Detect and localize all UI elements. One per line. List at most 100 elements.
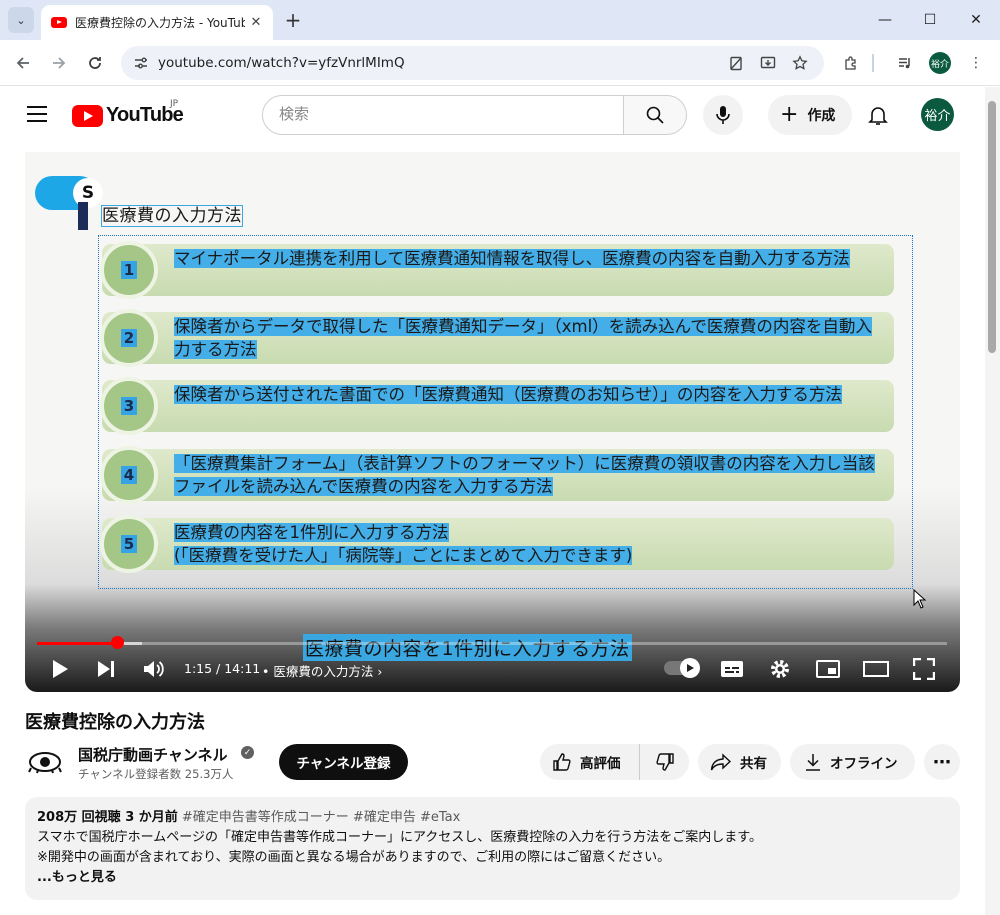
download-icon <box>806 754 820 771</box>
share-label: 共有 <box>740 756 767 772</box>
progress-played <box>37 642 117 645</box>
browser-menu-icon[interactable]: ⋮ <box>965 52 987 74</box>
share-arrow-icon <box>710 753 732 771</box>
subscriber-count: チャンネル登録者数 25.3万人 <box>78 767 234 781</box>
volume-icon[interactable] <box>141 656 165 682</box>
search-icon <box>646 106 664 124</box>
slide-title-bar <box>78 202 88 230</box>
tab-list-chevron-down-icon[interactable]: ⌄ <box>8 7 34 33</box>
video-title: 医療費控除の入力方法 <box>25 712 205 733</box>
install-app-icon[interactable] <box>758 53 778 73</box>
video-caption: 医療費の内容を1件別に入力する方法 <box>303 634 632 661</box>
item-text: 保険者からデータで取得した「医療費通知データ」（xml）を読み込んで医療費の内容… <box>174 317 872 359</box>
window-close-button[interactable]: ✕ <box>961 6 991 34</box>
region-code: JP <box>170 99 179 109</box>
progress-scrubber[interactable] <box>111 636 124 649</box>
youtube-favicon-icon <box>51 17 67 28</box>
slide-item: 2 保険者からデータで取得した「医療費通知データ」（xml）を読み込んで医療費の… <box>100 309 894 367</box>
thumbs-up-icon <box>553 753 571 771</box>
extensions-puzzle-icon[interactable] <box>840 52 862 74</box>
settings-gear-icon[interactable] <box>767 656 793 682</box>
tab-close-icon[interactable]: ✕ <box>247 13 265 31</box>
fullscreen-icon[interactable] <box>911 656 937 682</box>
address-bar[interactable]: youtube.com/watch?v=yfzVnrlMImQ <box>121 46 824 80</box>
page-scrollbar[interactable] <box>985 87 1000 915</box>
chapter-title[interactable]: • 医療費の入力方法 › <box>262 661 382 680</box>
search-input[interactable] <box>279 105 599 123</box>
share-button[interactable]: 共有 <box>698 744 781 780</box>
description-line: ※開発中の画面が含まれており、実際の画面と異なる場合がありますので、ご利用の際に… <box>37 850 671 865</box>
autoplay-toggle[interactable] <box>664 658 700 678</box>
new-tab-button[interactable]: + <box>282 8 304 32</box>
offline-label: オフライン <box>830 756 898 772</box>
miniplayer-icon[interactable] <box>815 656 841 682</box>
youtube-header: YouTube JP + 作成 裕介 <box>0 87 985 143</box>
bookmark-star-icon[interactable] <box>790 53 810 73</box>
description-box[interactable]: 208万 回視聴 3 か月前 #確定申告書等作成コーナー #確定申告 #eTax… <box>25 797 960 900</box>
browser-toolbar: youtube.com/watch?v=yfzVnrlMImQ ⋮ <box>0 40 1000 86</box>
theater-mode-icon[interactable] <box>863 656 889 682</box>
reload-icon[interactable] <box>83 51 107 75</box>
item-number: 1 <box>100 241 158 299</box>
progress-bar[interactable] <box>37 642 947 645</box>
subtitles-icon[interactable] <box>719 656 745 682</box>
thumbs-down-icon <box>655 753 674 771</box>
slide-item: 3 保険者から送付された書面での「医療費通知（医療費のお知らせ）」の内容を入力す… <box>100 377 894 435</box>
video-player[interactable]: S 医療費の入力方法 1 マイナポータル連携を利用して医療費通知情報を取得し、医… <box>25 152 960 692</box>
back-arrow-icon[interactable] <box>11 51 35 75</box>
offline-download-button[interactable]: オフライン <box>790 744 915 780</box>
window-maximize-button[interactable]: ☐ <box>915 6 945 34</box>
item-text: 保険者から送付された書面での「医療費通知（医療費のお知らせ）」の内容を入力する方… <box>174 385 842 404</box>
forward-arrow-icon[interactable] <box>47 51 71 75</box>
views-and-date: 208万 回視聴 3 か月前 <box>37 810 178 825</box>
play-icon[interactable] <box>49 656 71 682</box>
next-icon[interactable] <box>95 656 117 682</box>
like-button[interactable]: 高評価 <box>540 744 640 780</box>
item-text: 「医療費集計フォーム」（表計算ソフトのフォーマット）に医療費の領収書の内容を入力… <box>174 454 875 496</box>
site-info-icon[interactable] <box>131 53 151 73</box>
search-box <box>262 95 624 135</box>
url-text: youtube.com/watch?v=yfzVnrlMImQ <box>158 55 405 71</box>
dislike-button[interactable] <box>640 744 689 780</box>
window-minimize-button[interactable]: — <box>870 6 900 34</box>
notifications-bell-icon[interactable] <box>866 103 890 127</box>
more-actions-button[interactable]: ⋯ <box>924 744 960 780</box>
description-meta: 208万 回視聴 3 か月前 #確定申告書等作成コーナー #確定申告 #eTax <box>37 808 948 828</box>
mouse-cursor-icon <box>913 589 927 609</box>
microphone-icon <box>716 106 730 124</box>
hashtags: #確定申告書等作成コーナー #確定申告 #eTax <box>181 810 461 825</box>
like-label: 高評価 <box>580 756 621 772</box>
subscribe-button[interactable]: チャンネル登録 <box>279 744 408 780</box>
like-dislike-group: 高評価 <box>540 744 689 780</box>
item-text: マイナポータル連携を利用して医療費通知情報を取得し、医療費の内容を自動入力する方… <box>174 249 850 268</box>
item-text: 医療費の内容を1件別に入力する方法 <box>174 523 449 542</box>
item-number: 3 <box>100 377 158 435</box>
show-more-link[interactable]: ...もっと見る <box>37 868 948 888</box>
nta-logo-icon <box>28 752 62 774</box>
item-number: 5 <box>100 515 158 573</box>
media-control-icon[interactable] <box>894 52 916 74</box>
item-number: 2 <box>100 309 158 367</box>
browser-profile-avatar[interactable]: 裕介 <box>929 52 951 74</box>
create-button[interactable]: + 作成 <box>768 95 852 135</box>
slide-item: 5 医療費の内容を1件別に入力する方法 (「医療費を受けた人」「病院等」ごとにま… <box>100 515 894 573</box>
clipboard-icon[interactable] <box>726 53 746 73</box>
channel-avatar[interactable] <box>25 742 65 782</box>
item-number: 4 <box>100 446 158 504</box>
account-avatar[interactable]: 裕介 <box>921 98 954 131</box>
time-display: 1:15 / 14:11 <box>184 661 261 676</box>
slide-item: 1 マイナポータル連携を利用して医療費通知情報を取得し、医療費の内容を自動入力す… <box>100 241 894 299</box>
create-label: 作成 <box>807 108 836 124</box>
scrollbar-thumb[interactable] <box>988 101 996 353</box>
toolbar-divider <box>872 54 874 72</box>
browser-tab[interactable]: 医療費控除の入力方法 - YouTube ✕ <box>41 5 273 40</box>
slide-item: 4 「医療費集計フォーム」（表計算ソフトのフォーマット）に医療費の領収書の内容を… <box>100 446 894 504</box>
voice-search-button[interactable] <box>703 95 743 135</box>
youtube-logo[interactable]: YouTube <box>72 104 184 127</box>
slide-title: 医療費の入力方法 <box>101 205 243 227</box>
channel-name[interactable]: 国税庁動画チャンネル <box>78 744 228 765</box>
browser-tab-bar: ⌄ 医療費控除の入力方法 - YouTube ✕ + — ☐ ✕ <box>0 0 1000 40</box>
plus-icon: + <box>780 102 799 127</box>
hamburger-menu-icon[interactable] <box>27 106 47 122</box>
search-button[interactable] <box>623 95 687 135</box>
